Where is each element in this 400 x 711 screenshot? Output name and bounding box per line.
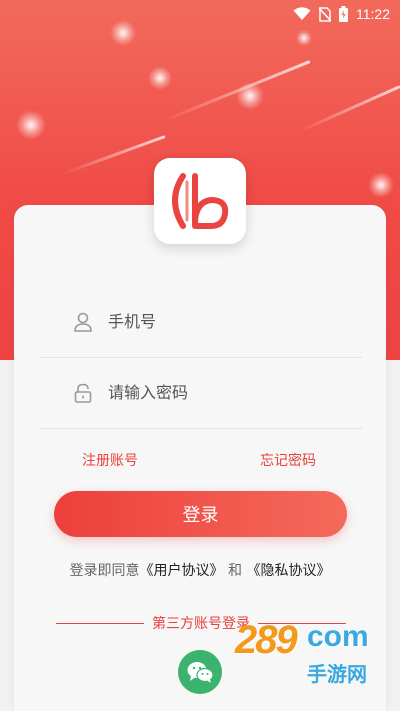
wifi-icon xyxy=(293,7,311,21)
watermark-suffix: com xyxy=(307,620,369,653)
agreement-prefix: 登录即同意 xyxy=(69,563,140,579)
meteor-decoration xyxy=(298,85,400,133)
star-glow xyxy=(368,172,394,198)
app-logo xyxy=(154,158,246,244)
agreement-text: 登录即同意《用户协议》 和 《隐私协议》 xyxy=(0,560,400,580)
watermark-subtitle: 手游网 xyxy=(307,662,367,686)
no-sim-icon xyxy=(319,6,331,22)
battery-charging-icon xyxy=(339,6,348,22)
wechat-login-button[interactable] xyxy=(178,650,222,694)
login-button[interactable]: 登录 xyxy=(54,491,347,537)
star-glow xyxy=(296,30,312,46)
user-protocol-link[interactable]: 《用户协议》 xyxy=(140,563,224,579)
star-glow xyxy=(148,66,172,90)
watermark-brand: 289 xyxy=(235,618,298,662)
privacy-protocol-link[interactable]: 《隐私协议》 xyxy=(246,563,330,579)
star-glow xyxy=(16,110,46,140)
site-watermark: 289 com 手游网 xyxy=(235,618,395,690)
agreement-and: 和 xyxy=(228,563,242,579)
app-logo-mark xyxy=(172,173,229,229)
phone-input[interactable] xyxy=(108,312,328,331)
password-field[interactable] xyxy=(40,357,362,429)
wechat-icon xyxy=(187,662,214,683)
register-link[interactable]: 注册账号 xyxy=(82,450,138,470)
password-input[interactable] xyxy=(108,383,328,402)
phone-field[interactable] xyxy=(40,286,362,358)
status-time: 11:22 xyxy=(356,6,390,22)
star-glow xyxy=(236,82,264,110)
divider-line xyxy=(56,622,144,624)
status-bar: 11:22 xyxy=(0,0,400,28)
user-icon xyxy=(72,311,94,333)
meteor-decoration xyxy=(61,135,166,176)
forgot-password-link[interactable]: 忘记密码 xyxy=(260,450,316,470)
lock-icon xyxy=(72,382,94,404)
